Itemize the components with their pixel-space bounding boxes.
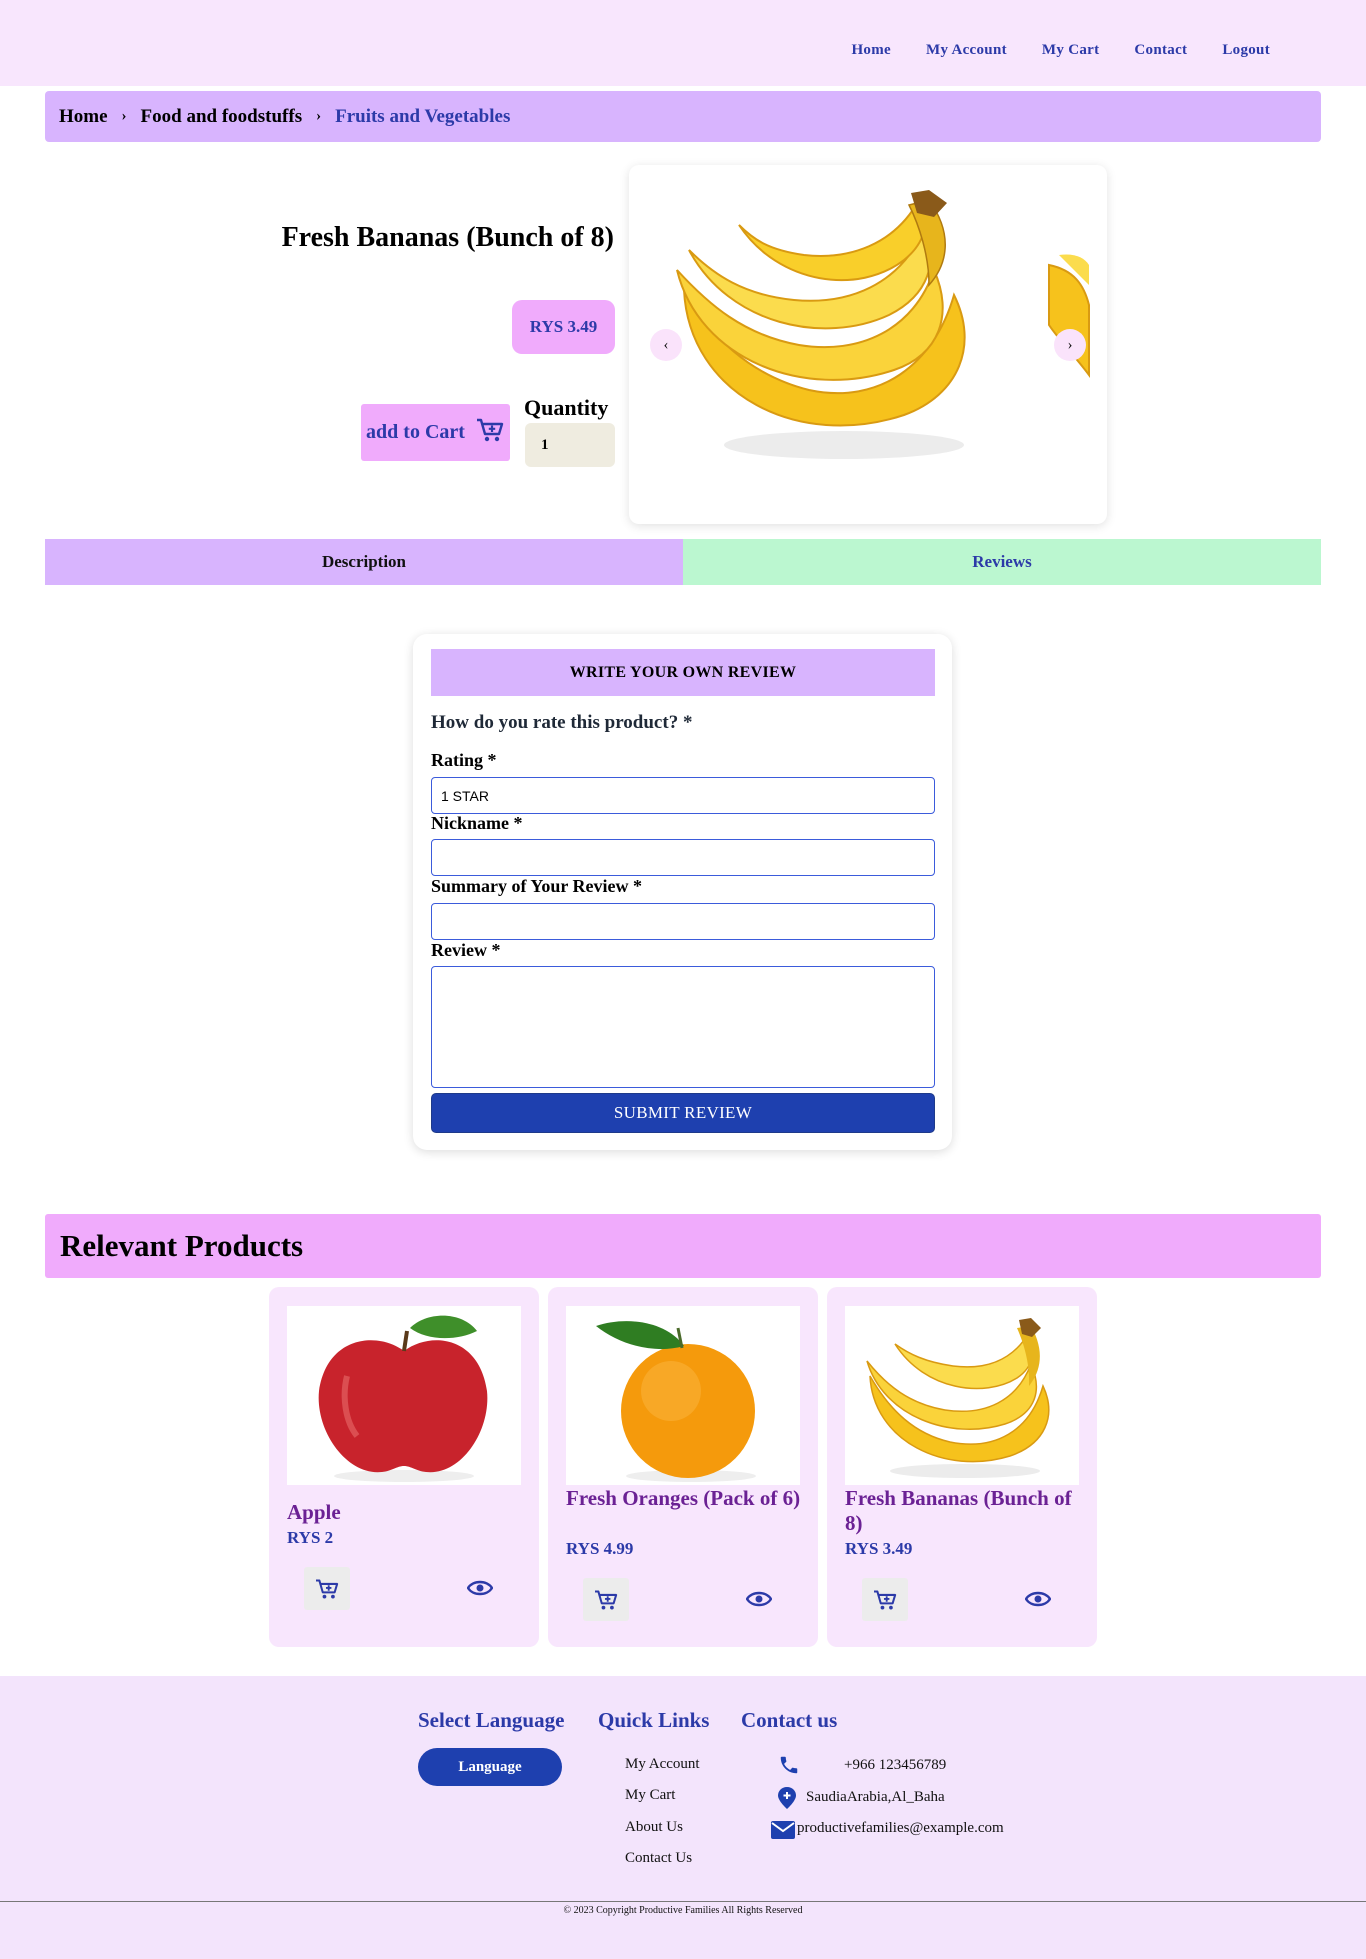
breadcrumb-category[interactable]: Food and foodstuffs	[141, 106, 303, 128]
product-image[interactable]	[566, 1306, 800, 1485]
rating-select[interactable]: 1 STAR	[431, 777, 935, 814]
location-pin-icon	[776, 1786, 798, 1815]
product-tabs: Description Reviews	[45, 539, 1321, 585]
cart-add-icon	[874, 1590, 897, 1609]
language-button[interactable]: Language	[418, 1748, 562, 1786]
phone-icon	[778, 1754, 800, 1781]
rating-label: Rating *	[431, 750, 497, 770]
banana-image	[866, 1318, 1050, 1478]
review-textarea[interactable]	[431, 966, 935, 1088]
eye-icon[interactable]	[1023, 1584, 1053, 1614]
contact-us-title: Contact us	[741, 1708, 838, 1732]
tab-description[interactable]: Description	[45, 539, 683, 585]
footer-link-contact-us[interactable]: Contact Us	[625, 1850, 692, 1867]
carousel-prev-button[interactable]: ‹	[650, 329, 682, 361]
summary-input[interactable]	[431, 903, 935, 940]
chevron-right-icon: ›	[121, 108, 127, 124]
copyright-text: © 2023 Copyright Productive Families All…	[563, 1905, 803, 1916]
price-badge: RYS 3.49	[512, 300, 615, 354]
product-image[interactable]	[845, 1306, 1079, 1485]
rating-question: How do you rate this product? *	[431, 712, 693, 733]
breadcrumb: Home › Food and foodstuffs › Fruits and …	[45, 91, 1321, 142]
top-nav: Home My Account My Cart Contact Logout	[851, 42, 1270, 59]
banana-image	[676, 190, 1090, 459]
product-card[interactable]: Apple RYS 2	[269, 1287, 539, 1647]
product-name[interactable]: Fresh Bananas (Bunch of 8)	[845, 1486, 1085, 1536]
nickname-label: Nickname *	[431, 813, 523, 833]
apple-image	[318, 1315, 488, 1482]
contact-address: SaudiaArabia,Al_Baha	[806, 1789, 945, 1805]
product-title: Fresh Bananas (Bunch of 8)	[281, 222, 614, 253]
contact-email: productivefamilies@example.com	[797, 1820, 1004, 1836]
eye-icon[interactable]	[744, 1584, 774, 1614]
carousel-next-button[interactable]: ›	[1054, 329, 1086, 361]
product-card[interactable]: Fresh Oranges (Pack of 6) RYS 4.99	[548, 1287, 818, 1647]
footer-link-my-cart[interactable]: My Cart	[625, 1787, 675, 1804]
add-to-cart-label: add to Cart	[366, 421, 465, 443]
contact-phone: +966 123456789	[844, 1757, 947, 1773]
orange-image	[596, 1321, 756, 1482]
product-price: RYS 2	[287, 1528, 334, 1547]
nav-contact-link[interactable]: Contact	[1134, 42, 1187, 59]
breadcrumb-current[interactable]: Fruits and Vegetables	[335, 106, 510, 128]
nickname-input[interactable]	[431, 839, 935, 876]
quantity-input[interactable]: 1	[525, 423, 615, 467]
review-label: Review *	[431, 940, 501, 960]
review-form-header: WRITE YOUR OWN REVIEW	[431, 649, 935, 696]
top-header: Home My Account My Cart Contact Logout	[0, 0, 1366, 86]
quick-links-title: Quick Links	[598, 1708, 710, 1732]
chevron-right-icon: ›	[316, 108, 322, 124]
product-image-carousel: ‹ ›	[629, 165, 1107, 524]
select-language-title: Select Language	[418, 1708, 565, 1732]
product-image[interactable]	[287, 1306, 521, 1485]
product-name[interactable]: Fresh Oranges (Pack of 6)	[566, 1486, 806, 1511]
add-to-cart-button[interactable]	[862, 1578, 908, 1621]
relevant-products-heading: Relevant Products	[45, 1214, 1321, 1278]
cart-add-icon	[475, 417, 505, 449]
tab-reviews[interactable]: Reviews	[683, 539, 1321, 585]
nav-my-cart-link[interactable]: My Cart	[1042, 42, 1100, 59]
add-to-cart-button[interactable]	[583, 1578, 629, 1621]
footer-divider	[0, 1901, 1366, 1902]
product-price: RYS 4.99	[566, 1539, 634, 1558]
product-name[interactable]: Apple	[287, 1500, 527, 1525]
cart-add-icon	[595, 1590, 618, 1609]
nav-home-link[interactable]: Home	[851, 42, 891, 59]
review-form: WRITE YOUR OWN REVIEW How do you rate th…	[413, 634, 952, 1150]
submit-review-button[interactable]: SUBMIT REVIEW	[431, 1093, 935, 1133]
footer-link-about-us[interactable]: About Us	[625, 1819, 683, 1836]
add-to-cart-button[interactable]	[304, 1567, 350, 1610]
footer-link-my-account[interactable]: My Account	[625, 1756, 700, 1773]
footer: Select Language Language Quick Links My …	[0, 1676, 1366, 1959]
product-price: RYS 3.49	[845, 1539, 913, 1558]
product-card[interactable]: Fresh Bananas (Bunch of 8) RYS 3.49	[827, 1287, 1097, 1647]
cart-add-icon	[316, 1579, 339, 1598]
quantity-label: Quantity	[524, 395, 609, 420]
summary-label: Summary of Your Review *	[431, 876, 642, 896]
mail-icon	[770, 1820, 796, 1845]
nav-logout-link[interactable]: Logout	[1222, 42, 1270, 59]
add-to-cart-button[interactable]: add to Cart	[361, 404, 510, 461]
nav-my-account-link[interactable]: My Account	[926, 42, 1007, 59]
eye-icon[interactable]	[465, 1573, 495, 1603]
breadcrumb-home[interactable]: Home	[59, 106, 108, 128]
